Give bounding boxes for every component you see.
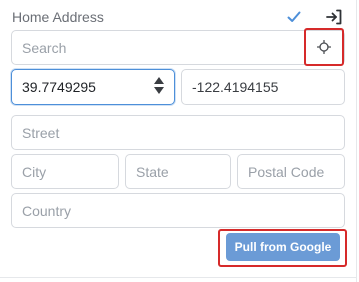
- home-address-panel: Home Address Search 39.7749295 -122.4194…: [0, 0, 359, 282]
- city-field[interactable]: [11, 154, 119, 189]
- latitude-field[interactable]: [11, 69, 175, 105]
- latitude-stepper[interactable]: [154, 77, 164, 94]
- country-input[interactable]: [12, 194, 344, 227]
- street-field[interactable]: [11, 115, 345, 150]
- state-input[interactable]: [126, 155, 230, 188]
- stepper-up-icon[interactable]: [154, 77, 164, 84]
- latitude-input[interactable]: [12, 70, 174, 104]
- stepper-down-icon[interactable]: [154, 87, 164, 94]
- crosshair-icon: [317, 40, 331, 54]
- exit-button[interactable]: [323, 6, 345, 28]
- check-icon: [287, 11, 301, 22]
- panel-divider-right: [356, 0, 357, 282]
- search-input[interactable]: [12, 31, 344, 64]
- pull-from-google-button[interactable]: Pull from Google: [226, 233, 340, 261]
- section-title: Home Address: [12, 9, 104, 25]
- city-input[interactable]: [12, 155, 118, 188]
- longitude-input[interactable]: [182, 70, 344, 104]
- street-input[interactable]: [12, 116, 344, 149]
- panel-divider-bottom: [0, 277, 356, 278]
- state-field[interactable]: [125, 154, 231, 189]
- postal-code-input[interactable]: [238, 155, 344, 188]
- exit-arrow-icon: [326, 9, 342, 25]
- country-field[interactable]: [11, 193, 345, 228]
- longitude-field[interactable]: [181, 69, 345, 105]
- postal-code-field[interactable]: [237, 154, 345, 189]
- confirm-button[interactable]: [283, 6, 305, 28]
- search-field[interactable]: [11, 30, 345, 65]
- locate-button[interactable]: [304, 28, 344, 66]
